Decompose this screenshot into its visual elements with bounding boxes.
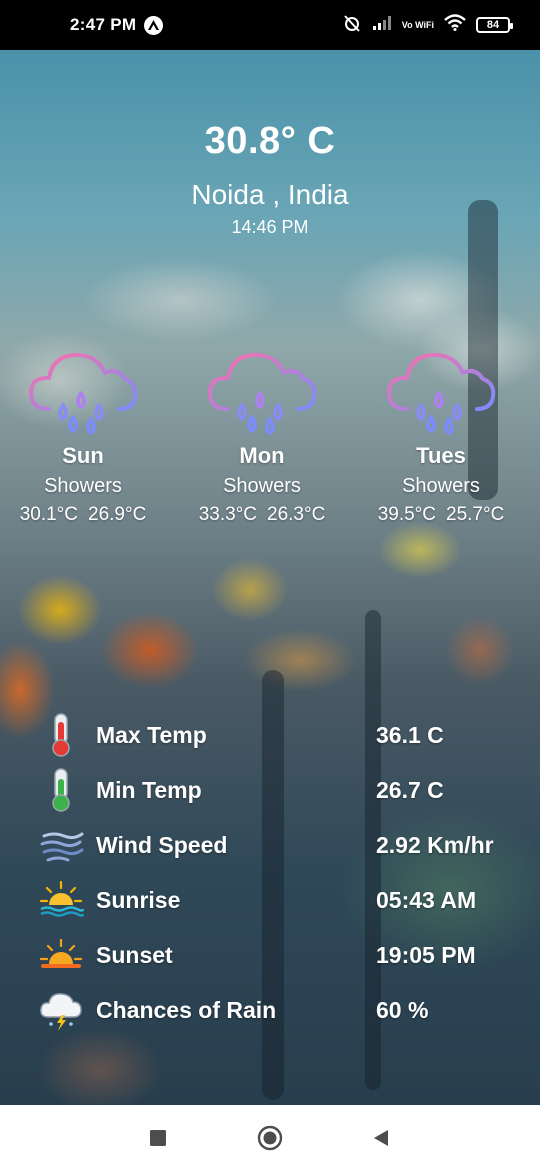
- detail-label: Min Temp: [96, 777, 202, 803]
- detail-chances-of-rain: Chances of Rain 60 %: [0, 985, 540, 1035]
- status-icons: Vo WiFi 84: [342, 13, 513, 38]
- current-weather: 30.8° C Noida , India 14:46 PM: [0, 120, 540, 238]
- home-button[interactable]: [257, 1125, 283, 1151]
- system-navigation-bar: [0, 1105, 540, 1170]
- vowifi-label: Vo WiFi: [401, 19, 434, 30]
- forecast-low: 26.9°C: [88, 504, 147, 525]
- detail-label: Wind Speed: [96, 832, 228, 858]
- forecast-day-name: Mon: [239, 443, 285, 468]
- thermometer-cold-icon: [52, 768, 70, 812]
- forecast-day-sun: Sun Showers 30.1°C 26.9°C: [0, 345, 173, 526]
- current-time: 14:46 PM: [231, 217, 309, 237]
- detail-label: Sunrise: [96, 887, 181, 913]
- forecast-day-name: Sun: [62, 443, 104, 468]
- detail-value: 36.1 C: [376, 722, 444, 748]
- status-time: 2:47 PM: [70, 15, 137, 34]
- alarm-off-icon: [342, 13, 362, 38]
- rain-cloud-icon: [208, 353, 317, 435]
- sunrise-icon: [39, 880, 84, 917]
- forecast-temps: 39.5°C 25.7°C: [351, 504, 531, 526]
- detail-sunset: Sunset 19:05 PM: [0, 930, 540, 980]
- weather-screen: 30.8° C Noida , India 14:46 PM Sun Showe…: [0, 50, 540, 1105]
- wind-icon: [40, 832, 84, 862]
- current-location: Noida , India: [191, 179, 349, 210]
- detail-label: Sunset: [96, 942, 173, 968]
- forecast-high: 39.5°C: [377, 504, 436, 525]
- current-temperature: 30.8° C: [204, 120, 336, 162]
- detail-value: 26.7 C: [376, 777, 444, 803]
- forecast-high: 33.3°C: [198, 504, 257, 525]
- detail-label: Max Temp: [96, 722, 207, 748]
- detail-min-temp: Min Temp 26.7 C: [0, 765, 540, 815]
- status-bar: 2:47 PM Vo WiFi 84: [0, 0, 540, 50]
- thermometer-hot-icon: [52, 713, 70, 757]
- detail-value: 19:05 PM: [376, 942, 476, 968]
- detail-sunrise: Sunrise 05:43 AM: [0, 875, 540, 925]
- detail-value: 05:43 AM: [376, 887, 477, 913]
- forecast-day-mon: Mon Showers 33.3°C 26.3°C: [172, 345, 352, 526]
- back-button[interactable]: [368, 1125, 394, 1151]
- recent-apps-button[interactable]: [145, 1125, 171, 1151]
- detail-value: 60 %: [376, 997, 429, 1023]
- detail-wind-speed: Wind Speed 2.92 Km/hr: [0, 820, 540, 870]
- square-icon: [150, 1130, 166, 1146]
- forecast-condition: Showers: [223, 475, 301, 497]
- wifi-icon: [444, 14, 466, 36]
- app-notification-icon: [144, 15, 164, 35]
- detail-max-temp: Max Temp 36.1 C: [0, 710, 540, 760]
- forecast-day-tues: Tues Showers 39.5°C 25.7°C: [351, 345, 531, 526]
- forecast-high: 30.1°C: [19, 504, 78, 525]
- detail-value: 2.92 Km/hr: [376, 832, 494, 858]
- forecast-condition: Showers: [44, 475, 122, 497]
- rain-cloud-icon: [29, 353, 138, 435]
- forecast-low: 25.7°C: [446, 504, 505, 525]
- detail-label: Chances of Rain: [96, 997, 277, 1023]
- forecast-day-name: Tues: [416, 443, 466, 468]
- battery-indicator: 84: [476, 17, 513, 33]
- cell-signal-icon: [372, 15, 392, 36]
- rain-cloud-icon: [387, 353, 496, 435]
- forecast-condition: Showers: [402, 475, 480, 497]
- circle-icon: [257, 1125, 283, 1151]
- forecast-temps: 30.1°C 26.9°C: [0, 504, 173, 526]
- storm-cloud-icon: [40, 993, 82, 1031]
- forecast-temps: 33.3°C 26.3°C: [172, 504, 352, 526]
- forecast-strip: Sun Showers 30.1°C 26.9°C Mon Showers 33.…: [0, 345, 540, 545]
- sunset-icon: [39, 938, 83, 968]
- forecast-low: 26.3°C: [267, 504, 326, 525]
- back-triangle-icon: [374, 1130, 388, 1146]
